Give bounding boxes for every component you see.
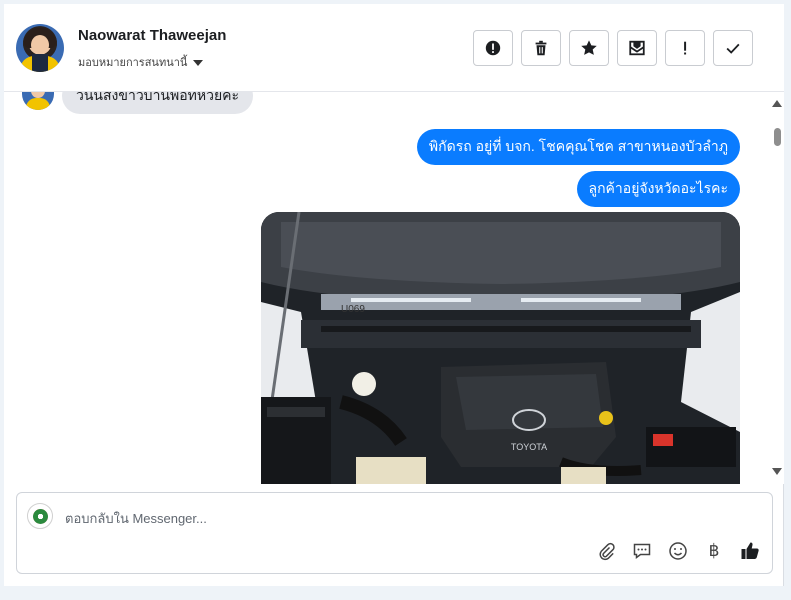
incoming-message[interactable]: วันนี้ส่งข้าวบ้านพ่อที่ห้วยคะ [62, 92, 254, 114]
reply-input[interactable] [65, 508, 665, 528]
message-list[interactable]: วันนี้ส่งข้าวบ้านพ่อที่ห้วยคะ พิกัดรถ อย… [4, 92, 784, 484]
paperclip-icon [599, 542, 615, 561]
trash-icon [535, 40, 547, 56]
attach-file-button[interactable] [596, 541, 616, 561]
outgoing-message[interactable]: พิกัดรถ อยู่ที่ บจก. โชคคุณโชค สาขาหนองบ… [416, 129, 740, 165]
mark-done-button[interactable] [713, 30, 753, 66]
emoji-icon [669, 542, 687, 560]
engine-bay-photo[interactable]: U069 TOYOTA [261, 212, 740, 484]
star-button[interactable] [569, 30, 609, 66]
send-like-button[interactable] [740, 541, 760, 561]
mark-spam-button[interactable] [473, 30, 513, 66]
conversation-toolbar [473, 30, 753, 66]
scroll-up-arrow-icon[interactable] [772, 100, 782, 107]
archive-icon [629, 40, 645, 56]
photo-brand-text: TOYOTA [511, 442, 547, 452]
follow-up-button[interactable] [665, 30, 705, 66]
archive-button[interactable] [617, 30, 657, 66]
thumbs-up-icon [741, 542, 759, 559]
sender-avatar [22, 92, 54, 110]
message-scrollbar[interactable] [768, 92, 784, 484]
contact-avatar[interactable] [16, 24, 64, 72]
check-icon [726, 43, 740, 54]
star-icon [581, 40, 597, 55]
scrollbar-thumb[interactable] [774, 128, 781, 146]
assign-label: มอบหมายการสนทนานี้ [78, 57, 188, 69]
conversation-panel: Naowarat Thaweejan มอบหมายการสนทนานี้ วั… [4, 4, 784, 586]
saved-replies-button[interactable] [632, 541, 652, 561]
payment-button[interactable]: ฿ [704, 541, 724, 561]
exclamation-icon [684, 41, 687, 55]
outgoing-message[interactable]: ลูกค้าอยู่จังหวัดอะไรคะ [576, 171, 740, 207]
scroll-down-arrow-icon[interactable] [772, 468, 782, 475]
contact-name[interactable]: Naowarat Thaweejan [78, 27, 226, 44]
delete-button[interactable] [521, 30, 561, 66]
photo-marking: U069 [341, 304, 365, 315]
composer-actions: ฿ [596, 541, 760, 561]
reply-composer: ฿ [16, 492, 773, 574]
assign-conversation-dropdown[interactable]: มอบหมายการสนทนานี้ [78, 53, 204, 71]
alert-circle-icon [485, 40, 501, 56]
emoji-button[interactable] [668, 541, 688, 561]
chevron-down-icon [193, 59, 204, 66]
engine-photo-illustration: U069 TOYOTA [261, 212, 740, 484]
conversation-header: Naowarat Thaweejan มอบหมายการสนทนานี้ [4, 4, 784, 92]
baht-icon: ฿ [708, 541, 720, 561]
saved-reply-icon [633, 543, 651, 559]
page-avatar [27, 503, 53, 529]
